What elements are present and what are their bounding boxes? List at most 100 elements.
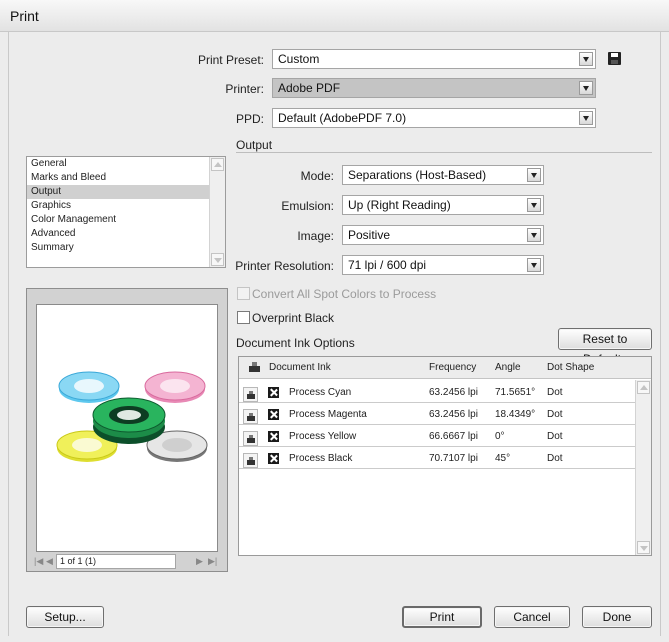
ink-dot-shape: Dot [547,409,563,420]
printer-icon[interactable] [243,431,258,446]
ink-frequency: 70.7107 lpi [429,453,478,464]
ink-angle: 18.4349° [495,409,536,420]
ink-name: Process Magenta [289,409,367,420]
ink-row-magenta[interactable]: Process Magenta 63.2456 lpi 18.4349° Dot [239,403,635,425]
last-page-icon[interactable]: ▶| [208,556,217,567]
chevron-down-icon [527,228,541,242]
sidebar-item-advanced[interactable]: Advanced [27,227,209,241]
overprint-black-label: Overprint Black [252,311,335,325]
category-list[interactable]: General Marks and Bleed Output Graphics … [26,156,226,268]
print-preset-dropdown[interactable]: Custom [272,49,596,69]
save-icon[interactable] [608,52,621,65]
section-divider [236,152,652,153]
scroll-up-icon[interactable] [211,158,224,171]
title-bar: Print [0,0,669,32]
list-scrollbar[interactable] [209,157,225,267]
ink-row-black[interactable]: Process Black 70.7107 lpi 45° Dot [239,447,635,469]
checkbox-box [237,311,250,324]
sidebar-item-marks-and-bleed[interactable]: Marks and Bleed [27,171,209,185]
printer-icon [249,362,261,374]
resolution-dropdown[interactable]: 71 lpi / 600 dpi [342,255,544,275]
chevron-down-icon [527,168,541,182]
preview-pager: |◀ ◀ 1 of 1 (1) ▶ ▶| [34,554,220,570]
ink-name: Process Black [289,453,353,464]
preview-page [36,304,218,552]
ppd-label: PPD: [235,112,264,126]
convert-spot-label: Convert All Spot Colors to Process [252,287,437,301]
ink-angle: 71.5651° [495,387,536,398]
scroll-up-icon[interactable] [637,381,650,394]
printer-label: Printer: [225,82,264,96]
chevron-down-icon [579,52,593,66]
ink-dot-shape: Dot [547,387,563,398]
ink-name: Process Yellow [289,431,357,442]
mode-label: Mode: [300,169,334,183]
column-document-ink: Document Ink [269,362,331,373]
printer-value: Adobe PDF [278,81,341,95]
printer-icon[interactable] [243,387,258,402]
column-angle: Angle [495,362,521,373]
image-dropdown[interactable]: Positive [342,225,544,245]
resolution-value: 71 lpi / 600 dpi [348,258,427,272]
first-page-icon[interactable]: |◀ [34,556,43,567]
ink-dot-shape: Dot [547,453,563,464]
ppd-value: Default (AdobePDF 7.0) [278,111,407,125]
ink-table-scrollbar[interactable] [635,380,651,555]
chevron-down-icon [579,111,593,125]
scroll-down-icon[interactable] [637,541,650,554]
ink-options-title: Document Ink Options [236,336,355,350]
print-preset-label: Print Preset: [197,53,264,67]
chevron-down-icon [527,258,541,272]
setup-button[interactable]: Setup... [26,606,104,628]
ink-frequency: 63.2456 lpi [429,387,478,398]
ink-table-header: Document Ink Frequency Angle Dot Shape [239,357,651,379]
column-frequency: Frequency [429,362,477,373]
ink-row-yellow[interactable]: Process Yellow 66.6667 lpi 0° Dot [239,425,635,447]
printer-icon[interactable] [243,453,258,468]
ppd-dropdown[interactable]: Default (AdobePDF 7.0) [272,108,596,128]
prev-page-icon[interactable]: ◀ [46,556,53,567]
sidebar-item-color-management[interactable]: Color Management [27,213,209,227]
process-ink-icon [268,431,279,442]
column-dot-shape: Dot Shape [547,362,595,373]
page-indicator[interactable]: 1 of 1 (1) [56,554,176,569]
print-preset-value: Custom [278,52,320,66]
window-title: Print [10,8,39,24]
scroll-down-icon[interactable] [211,253,224,266]
overprint-black-checkbox[interactable]: Overprint Black [237,311,334,325]
process-ink-icon [268,409,279,420]
ink-dot-shape: Dot [547,431,563,442]
output-section-title: Output [236,138,273,152]
print-button[interactable]: Print [402,606,482,628]
ink-table: Document Ink Frequency Angle Dot Shape P… [238,356,652,556]
convert-spot-checkbox[interactable]: Convert All Spot Colors to Process [237,287,436,301]
checkbox-box [237,287,250,300]
emulsion-dropdown[interactable]: Up (Right Reading) [342,195,544,215]
print-preview [26,288,228,572]
mode-value: Separations (Host-Based) [348,168,487,182]
poker-chips-image [56,371,208,462]
next-page-icon[interactable]: ▶ [196,556,203,567]
image-value: Positive [348,228,391,242]
ink-angle: 0° [495,431,505,442]
reset-to-defaults-button[interactable]: Reset to Defaults [558,328,652,366]
printer-icon[interactable] [243,409,258,424]
done-button[interactable]: Done [582,606,652,628]
sidebar-item-output[interactable]: Output [27,185,209,199]
ink-row-cyan[interactable]: Process Cyan 63.2456 lpi 71.5651° Dot [239,381,635,403]
process-ink-icon [268,387,279,398]
sidebar-item-graphics[interactable]: Graphics [27,199,209,213]
mode-dropdown[interactable]: Separations (Host-Based) [342,165,544,185]
ink-angle: 45° [495,453,511,464]
sidebar-item-general[interactable]: General [27,157,209,171]
emulsion-label: Emulsion: [281,199,334,213]
ink-frequency: 63.2456 lpi [429,409,478,420]
emulsion-value: Up (Right Reading) [348,198,451,212]
printer-dropdown[interactable]: Adobe PDF [272,78,596,98]
cancel-button[interactable]: Cancel [494,606,570,628]
sidebar-item-summary[interactable]: Summary [27,241,209,255]
resolution-label: Printer Resolution: [235,259,334,273]
chevron-down-icon [527,198,541,212]
chevron-down-icon [579,81,593,95]
image-label: Image: [297,229,334,243]
